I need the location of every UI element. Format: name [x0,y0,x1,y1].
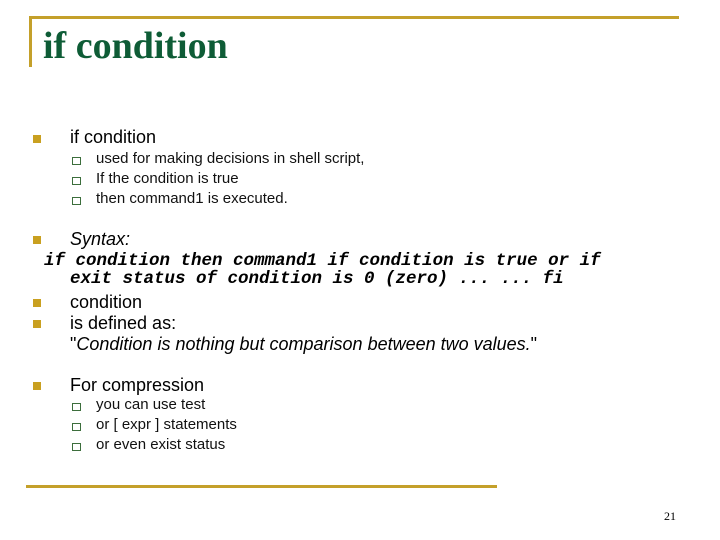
sub-bullet-square-icon [72,403,81,411]
bullet-square-icon [33,320,41,328]
bullet-square-icon [33,135,41,143]
sub-bullet-square-icon [72,423,81,431]
slide-title: if condition [43,25,228,67]
sub-bullet-item: or even exist status [96,436,226,453]
sub-bullet-square-icon [72,157,81,165]
quote-close: " [530,334,538,354]
bullet-square-icon [33,236,41,244]
page-number: 21 [664,509,676,523]
sub-bullet-item: If the condition is true [96,170,239,187]
quote-text: Condition is nothing but comparison betw… [76,334,531,354]
sub-bullet-item: you can use test [96,396,206,413]
bullet-is-defined-as: is defined as: [70,313,177,333]
bullet-syntax: Syntax: [70,229,131,249]
sub-bullet-item: used for making decisions in shell scrip… [96,150,365,167]
bullet-square-icon [33,382,41,390]
sub-bullet-item: or [ expr ] statements [96,416,237,433]
syntax-code-line-1: if condition then command1 if condition … [44,251,601,271]
bullet-square-icon [33,299,41,307]
sub-bullet-square-icon [72,443,81,451]
title-top-rule [29,16,679,19]
sub-bullet-square-icon [72,177,81,185]
footer-rule [26,485,497,488]
bullet-for-compression: For compression [70,375,205,395]
syntax-code-line-2: exit status of condition is 0 (zero) ...… [70,269,564,289]
sub-bullet-square-icon [72,197,81,205]
bullet-if-condition: if condition [70,127,157,147]
definition-quote: "Condition is nothing but comparison bet… [70,334,537,354]
title-left-rule [29,16,32,67]
bullet-condition: condition [70,292,143,312]
sub-bullet-item: then command1 is executed. [96,190,288,207]
